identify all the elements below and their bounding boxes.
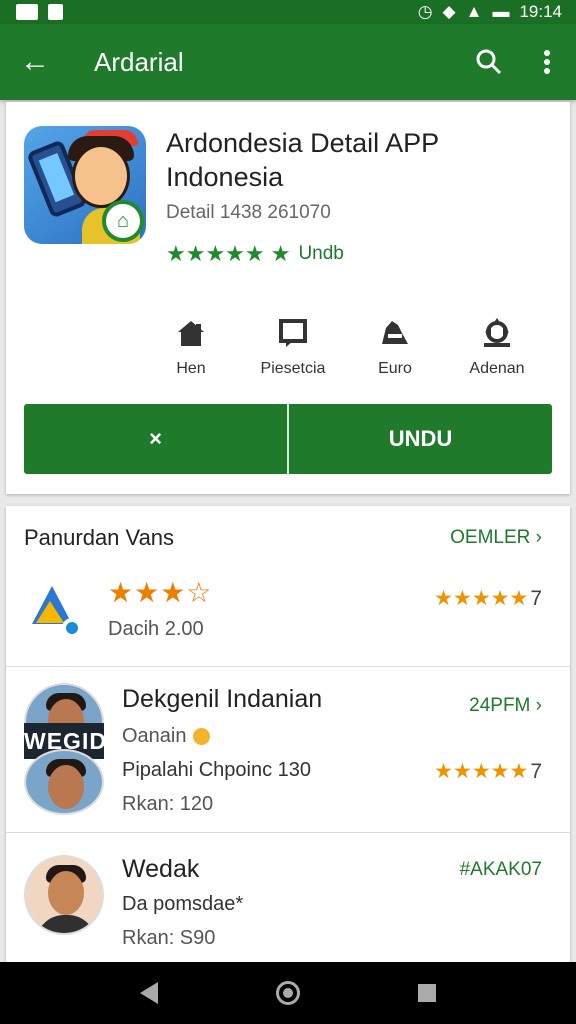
row-description: Da pomsdae*: [122, 893, 244, 915]
list-item[interactable]: WEGID AKU Dekgenil Indanian Oanain Pipal…: [6, 666, 570, 832]
row-link[interactable]: 24PFM ›: [469, 695, 542, 717]
home-icon: [178, 321, 204, 346]
status-dot-icon: [192, 728, 210, 746]
install-button[interactable]: UNDU: [287, 404, 552, 474]
settings-icon: [484, 318, 510, 347]
action-label: Adenan: [469, 360, 525, 377]
more-vertical-icon: [544, 50, 550, 74]
right-rating: ★★★★★7: [434, 759, 542, 784]
section-header: Panurdan Vans OEMLER ›: [6, 506, 570, 570]
list-item[interactable]: Wedak Da pomsdae* Rkan: S90 #AKAK07: [6, 832, 570, 964]
android-navigation-bar: [0, 962, 576, 1024]
avatar-face: [48, 765, 84, 809]
character-face-illustration: [72, 144, 130, 208]
star-rating-icon: ★★★★★: [434, 587, 529, 610]
logo-dot: [62, 618, 82, 638]
wifi-icon: ◆: [442, 2, 456, 21]
battery-icon: ▬: [492, 2, 510, 21]
row-title: Dekgenil Indanian: [122, 685, 323, 713]
app-logo-icon: [24, 580, 82, 638]
search-button[interactable]: [460, 24, 518, 100]
app-meta: Detail 1438 261070: [166, 202, 331, 223]
right-rating: ★★★★★7: [434, 586, 542, 611]
app-badge-icon: ⌂: [102, 200, 144, 242]
row-subtitle: Dacih 2.00: [108, 618, 204, 640]
rating-label: Undb: [298, 243, 344, 264]
avatar-face: [48, 871, 84, 915]
status-right-icons: ◷ ◆ ▲ ▬ 19:14: [418, 2, 562, 22]
app-detail-card: ⌂ Ardondesia Detail APP Indonesia Detail…: [6, 102, 570, 494]
action-label: Euro: [378, 360, 412, 377]
action-car[interactable]: Euro: [348, 316, 442, 378]
rating-count: 7: [530, 587, 542, 610]
row-status: Oanain: [122, 725, 210, 748]
more-button[interactable]: [518, 24, 576, 100]
signal-icon: ▲: [465, 2, 483, 21]
rating-count: 7: [530, 760, 542, 783]
home-nav-icon[interactable]: [276, 981, 300, 1005]
logo-inner-triangle: [36, 601, 64, 623]
action-label: Hen: [176, 360, 206, 377]
page-title: Ardarial: [94, 46, 184, 77]
row-meta: Rkan: S90: [122, 927, 216, 949]
related-list-card: Panurdan Vans OEMLER › ★★★☆ Dacih 2.00 ★…: [6, 506, 570, 964]
arrow-left-icon: ←: [20, 45, 50, 78]
star-rating-icon: ★★★★★: [434, 760, 529, 783]
avatar: [24, 749, 104, 815]
avatar: [24, 855, 104, 935]
app-rating: ★★★★★ ★ Undb: [166, 241, 344, 267]
status-left-icons: [16, 4, 63, 20]
action-home[interactable]: Hen: [144, 316, 238, 378]
app-actions: Hen Piesetcia Euro Adenan: [144, 316, 544, 378]
action-label: Piesetcia: [260, 360, 326, 377]
recent-apps-icon[interactable]: [418, 984, 436, 1002]
sd-card-icon: [48, 4, 63, 20]
section-more-link[interactable]: OEMLER ›: [450, 527, 542, 549]
row-link[interactable]: #AKAK07: [460, 859, 542, 881]
search-icon: [476, 49, 502, 75]
status-time: 19:14: [519, 2, 562, 21]
primary-buttons: × UNDU: [24, 404, 552, 474]
action-chat[interactable]: Piesetcia: [246, 316, 340, 378]
avatar-shirt: [36, 915, 96, 933]
star-rating-icon: ★★★★★ ★: [166, 241, 291, 266]
action-settings[interactable]: Adenan: [450, 316, 544, 378]
star-rating-icon: ★★★☆: [108, 577, 213, 608]
app-bar: ← Ardarial: [0, 24, 576, 100]
back-button[interactable]: ←: [0, 24, 70, 100]
row-meta: Rkan: 120: [122, 793, 214, 815]
app-title: Ardondesia Detail APP Indonesia: [166, 128, 439, 192]
alarm-icon: ◷: [417, 2, 433, 21]
status-bar: ◷ ◆ ▲ ▬ 19:14: [0, 0, 576, 24]
list-item[interactable]: ★★★☆ Dacih 2.00 ★★★★★7: [6, 570, 570, 666]
image-icon: [16, 4, 38, 20]
cancel-button[interactable]: ×: [24, 404, 287, 474]
section-title: Panurdan Vans: [24, 525, 175, 550]
app-icon: ⌂: [24, 126, 146, 244]
row-title: Wedak: [122, 855, 200, 883]
car-icon: [382, 321, 408, 344]
back-nav-icon[interactable]: [140, 982, 158, 1004]
chat-icon: [279, 319, 307, 347]
row-description: Pipalahi Chpoinc 130: [122, 759, 312, 781]
